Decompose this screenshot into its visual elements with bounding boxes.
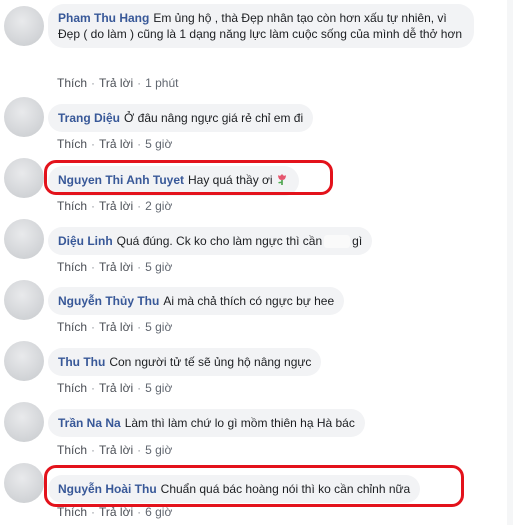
reply-link[interactable]: Trả lời	[99, 199, 133, 213]
scrollbar[interactable]	[507, 0, 513, 525]
like-link[interactable]: Thích	[57, 76, 87, 90]
reply-link[interactable]: Trả lời	[99, 320, 133, 334]
comment-actions: Thích · Trả lời · 5 giờ	[57, 320, 173, 334]
like-link[interactable]: Thích	[57, 320, 87, 334]
author-name[interactable]: Pham Thu Hang	[58, 11, 149, 25]
comment-actions: Thích · Trả lời · 5 giờ	[57, 381, 173, 395]
comment-text: gì	[352, 234, 363, 248]
timestamp[interactable]: 5 giờ	[145, 260, 172, 274]
comment-text: Ai mà chả thích có ngực bự hee	[163, 294, 335, 308]
author-name[interactable]: Trang Diệu	[58, 111, 120, 125]
reply-link[interactable]: Trả lời	[99, 260, 133, 274]
author-name[interactable]: Nguyễn Thủy Thu	[58, 294, 159, 308]
comment-bubble: Diệu Linh Quá đúng. Ck ko cho làm ngực th…	[48, 227, 373, 255]
comment-actions: Thích · Trả lời · 5 giờ	[57, 443, 173, 457]
comment-text: Hay quá thầy ơi	[188, 173, 273, 188]
like-link[interactable]: Thích	[57, 443, 87, 457]
avatar[interactable]	[4, 219, 44, 259]
like-link[interactable]: Thích	[57, 137, 87, 151]
comment-bubble: Thu Thu Con người tử tế sẽ ủng hộ nâng ng…	[48, 348, 322, 376]
author-name[interactable]: Trần Na Na	[58, 416, 121, 430]
avatar[interactable]	[4, 97, 44, 137]
avatar[interactable]	[4, 341, 44, 381]
timestamp[interactable]: 5 giờ	[145, 381, 172, 395]
reply-link[interactable]: Trả lời	[99, 76, 133, 90]
timestamp[interactable]: 1 phút	[145, 76, 178, 90]
author-name[interactable]: Diệu Linh	[58, 234, 113, 248]
comment-text: Chuẩn quá bác hoàng nói thì ko cần chỉnh…	[160, 482, 411, 496]
comment-text: Con người tử tế sẽ ủng hộ nâng ngực	[109, 355, 312, 369]
comment-bubble: Nguyễn Hoài Thu Chuẩn quá bác hoàng nói t…	[48, 475, 421, 503]
reply-link[interactable]: Trả lời	[99, 381, 133, 395]
comment-bubble: Nguyen Thi Anh Tuyet Hay quá thầy ơi	[48, 166, 299, 196]
timestamp[interactable]: 5 giờ	[145, 137, 172, 151]
avatar[interactable]	[4, 463, 44, 503]
timestamp[interactable]: 6 giờ	[145, 505, 172, 519]
comment-text: Quá đúng. Ck ko cho làm ngực thì cần	[116, 234, 323, 248]
like-link[interactable]: Thích	[57, 199, 87, 213]
avatar[interactable]	[4, 6, 44, 46]
avatar[interactable]	[4, 402, 44, 442]
comment-bubble: Pham Thu Hang Em ủng hộ , thà Đẹp nhân tạ…	[48, 4, 474, 48]
comment-bubble: Nguyễn Thủy Thu Ai mà chả thích có ngực b…	[48, 287, 345, 315]
reply-link[interactable]: Trả lời	[99, 137, 133, 151]
reply-link[interactable]: Trả lời	[99, 443, 133, 457]
comment-actions: Thích · Trả lời · 5 giờ	[57, 137, 173, 151]
comment-actions: Thích · Trả lời · 1 phút	[57, 76, 179, 90]
timestamp[interactable]: 2 giờ	[145, 199, 172, 213]
comment-actions: Thích · Trả lời · 6 giờ	[57, 505, 173, 519]
blurred-text	[324, 235, 351, 249]
like-link[interactable]: Thích	[57, 260, 87, 274]
author-name[interactable]: Nguyễn Hoài Thu	[58, 482, 157, 496]
avatar[interactable]	[4, 158, 44, 198]
reply-link[interactable]: Trả lời	[99, 505, 133, 519]
author-name[interactable]: Nguyen Thi Anh Tuyet	[58, 173, 184, 187]
timestamp[interactable]: 5 giờ	[145, 443, 172, 457]
like-link[interactable]: Thích	[57, 381, 87, 395]
avatar[interactable]	[4, 280, 44, 320]
comment-text: Ở đâu nâng ngực giá rẻ chỉ em đi	[124, 111, 304, 125]
comment-actions: Thích · Trả lời · 2 giờ	[57, 199, 173, 213]
timestamp[interactable]: 5 giờ	[145, 320, 172, 334]
comment-actions: Thích · Trả lời · 5 giờ	[57, 260, 173, 274]
like-link[interactable]: Thích	[57, 505, 87, 519]
comment-text: Làm thì làm chứ lo gì mồm thiên hạ Hà bá…	[124, 416, 355, 430]
comment-bubble: Trần Na Na Làm thì làm chứ lo gì mồm thiê…	[48, 409, 365, 437]
tulip-icon	[275, 172, 289, 190]
comment-bubble: Trang Diệu Ở đâu nâng ngực giá rẻ chỉ em …	[48, 104, 314, 132]
author-name[interactable]: Thu Thu	[58, 355, 105, 369]
